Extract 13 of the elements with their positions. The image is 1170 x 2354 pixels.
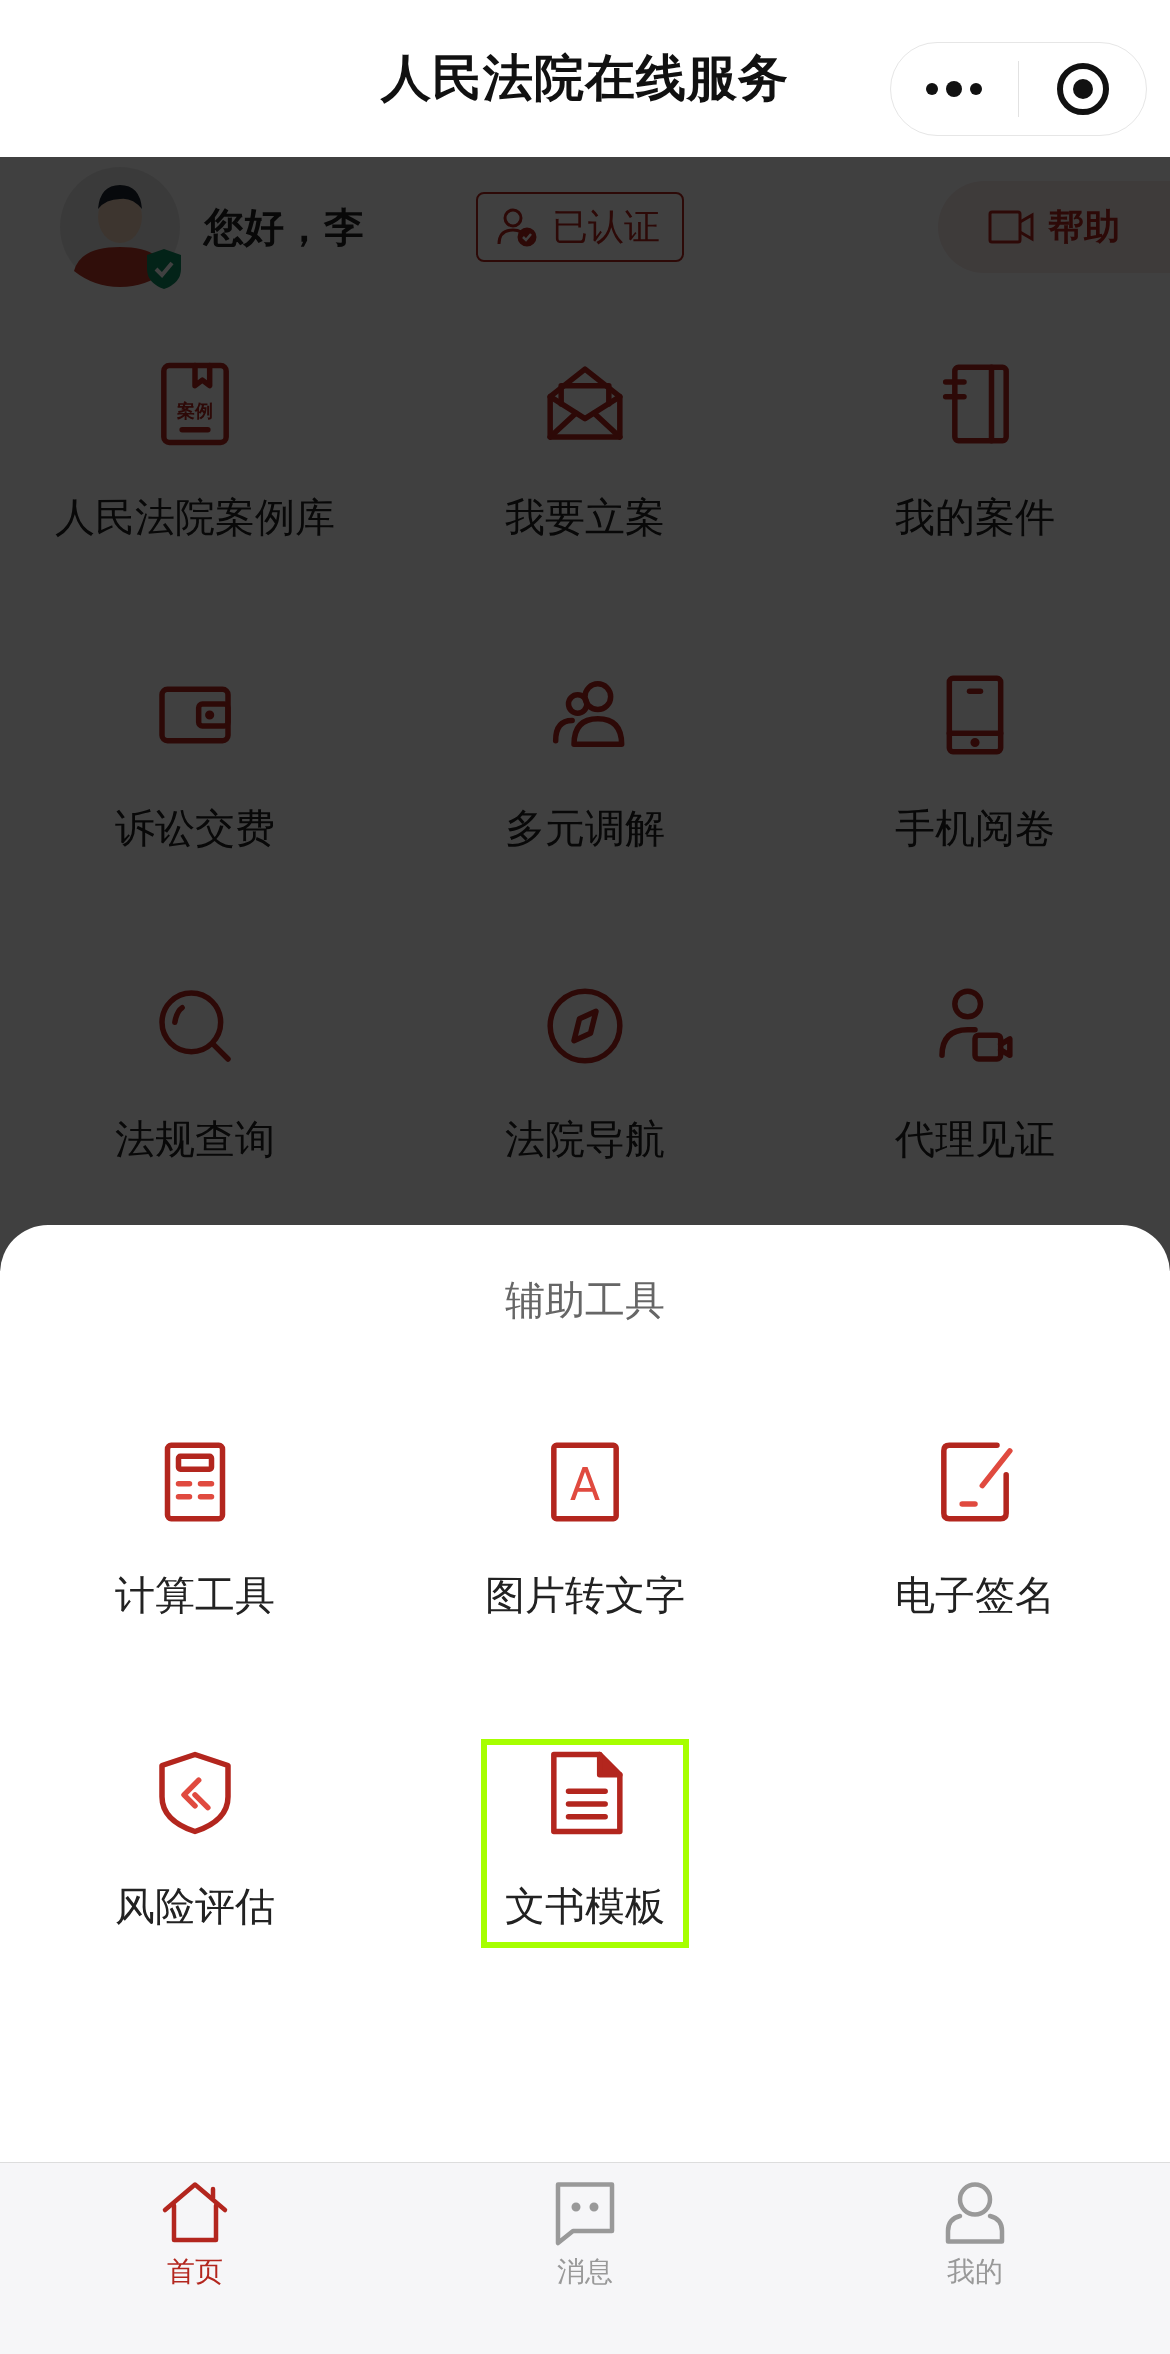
more-icon[interactable] xyxy=(924,79,985,99)
window-title: 人民法院在线服务 xyxy=(381,48,789,109)
tool-item[interactable]: 风险评估 xyxy=(91,1739,299,1948)
tab[interactable]: 首页 xyxy=(159,2177,231,2291)
verified-label: 已认证 xyxy=(552,204,660,249)
greeting-text: 您好，李 xyxy=(204,202,365,252)
tab[interactable]: 我的 xyxy=(939,2177,1011,2291)
tool-item[interactable]: 文书模板 xyxy=(481,1739,689,1948)
tool-item[interactable]: 电子签名 xyxy=(871,1428,1079,1637)
tool-item[interactable]: A 图片转文字 xyxy=(461,1428,709,1637)
tab[interactable]: 消息 xyxy=(549,2177,621,2291)
tool-item[interactable]: 计算工具 xyxy=(91,1428,299,1637)
sheet-title: 辅助工具 xyxy=(504,1276,666,1325)
